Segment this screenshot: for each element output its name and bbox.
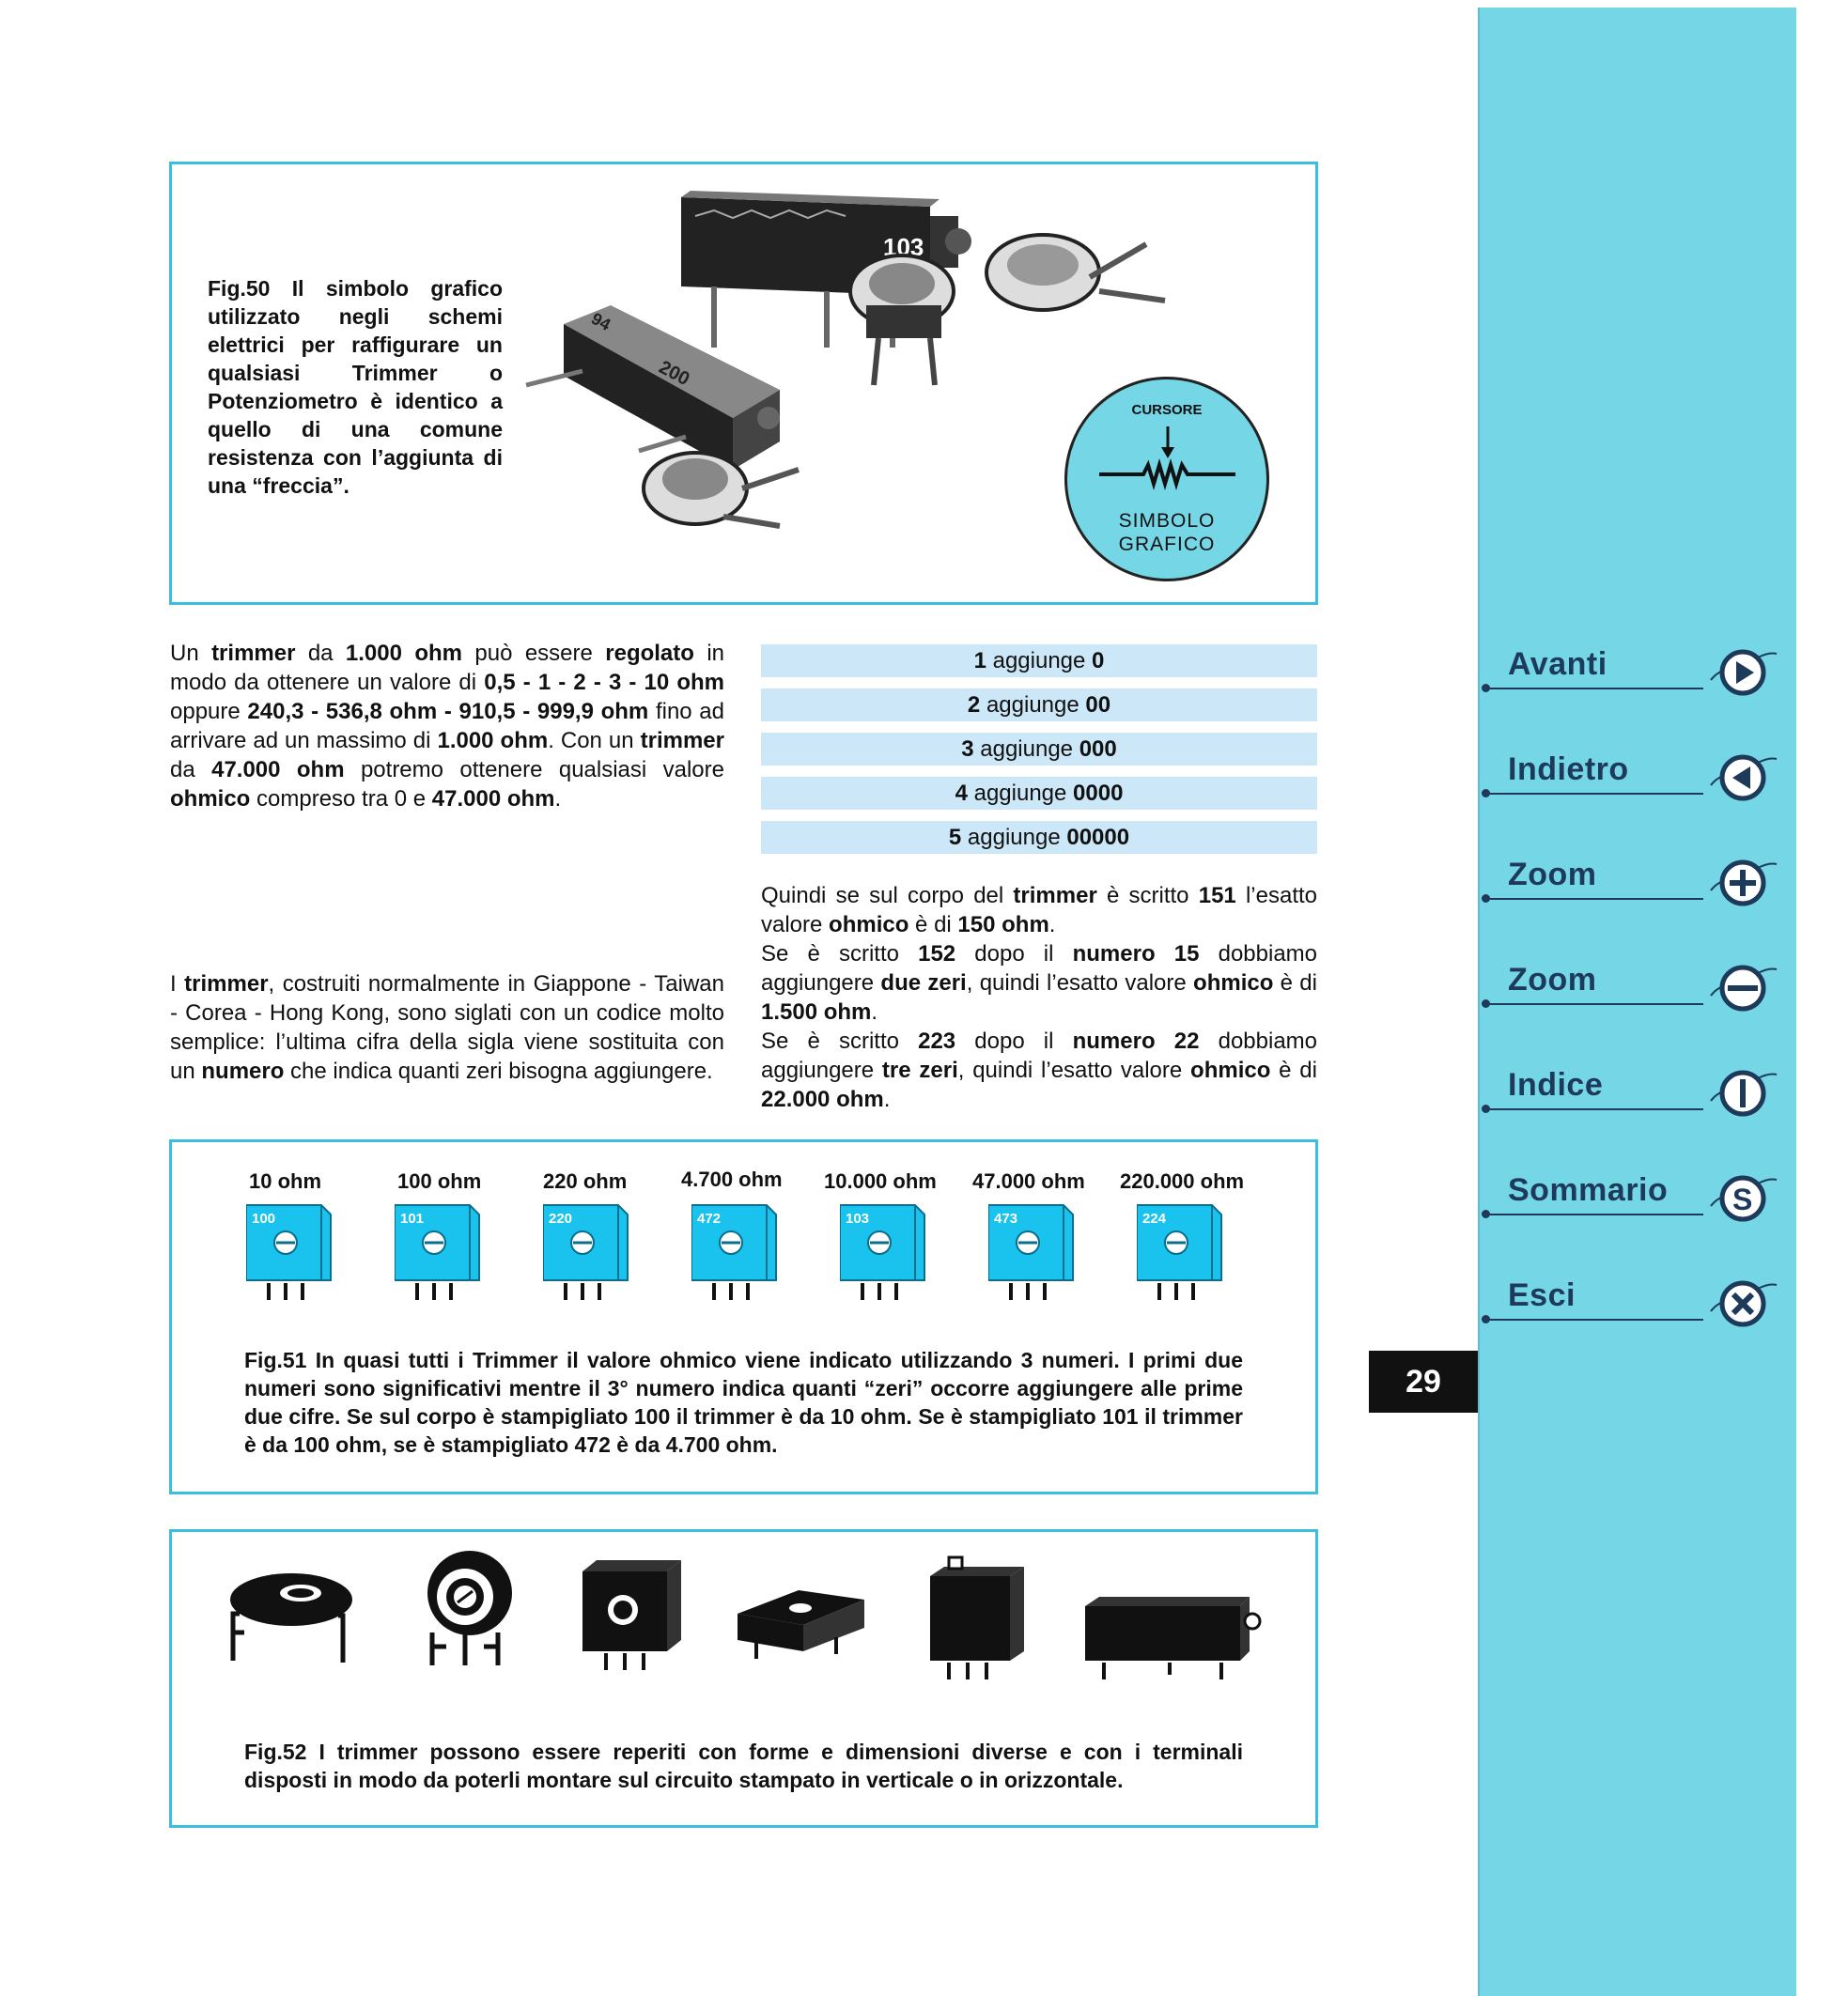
zeros-row-5: 5 aggiunge 00000 bbox=[761, 821, 1317, 854]
svg-text:S: S bbox=[1732, 1183, 1752, 1216]
s-letter-icon[interactable]: S bbox=[1703, 1170, 1778, 1225]
page-number: 29 bbox=[1369, 1351, 1478, 1413]
nav-dot bbox=[1482, 789, 1490, 797]
trimmer-component: 224 bbox=[1136, 1200, 1226, 1304]
symbol-label-2: GRAFICO bbox=[1118, 534, 1216, 555]
nav-esci-label: Esci bbox=[1508, 1277, 1576, 1313]
nav-dot bbox=[1482, 1315, 1490, 1323]
symbol-label-1: SIMBOLO bbox=[1118, 510, 1216, 532]
nav-underline bbox=[1485, 688, 1703, 689]
nav-avanti-label: Avanti bbox=[1508, 646, 1607, 682]
fig50-caption: Fig.50 Il simbolo grafico utilizzato neg… bbox=[208, 276, 503, 498]
nav-indietro-label: Indietro bbox=[1508, 751, 1629, 787]
potentiometer-symbol-icon bbox=[1099, 426, 1235, 490]
trimmer-component: 103 bbox=[839, 1200, 929, 1304]
nav-underline bbox=[1485, 793, 1703, 795]
nav-dot bbox=[1482, 1105, 1490, 1113]
nav-dot bbox=[1482, 894, 1490, 903]
close-x-icon[interactable] bbox=[1703, 1276, 1778, 1330]
left-p2-text: I trimmer, costruiti normalmente in Giap… bbox=[170, 971, 724, 1084]
play-right-icon[interactable] bbox=[1703, 644, 1778, 699]
trimmer-value-label: 220.000 ohm bbox=[1120, 1169, 1245, 1193]
play-left-icon[interactable] bbox=[1703, 750, 1778, 804]
trimmer-value-label: 4.700 ohm bbox=[681, 1168, 783, 1191]
nav-sommario[interactable]: Sommario S bbox=[1480, 1165, 1790, 1230]
nav-indice[interactable]: Indice bbox=[1480, 1060, 1790, 1125]
minus-icon[interactable] bbox=[1703, 960, 1778, 1014]
nav-avanti[interactable]: Avanti bbox=[1480, 639, 1790, 704]
fig52-caption: Fig.52 I trimmer possono essere reperiti… bbox=[244, 1740, 1243, 1792]
trimmer-component: 472 bbox=[691, 1200, 781, 1304]
nav-underline bbox=[1485, 1319, 1703, 1321]
left-p1-text: Un trimmer da 1.000 ohm può essere regol… bbox=[170, 641, 725, 812]
nav-zoom-in[interactable]: Zoom bbox=[1480, 849, 1790, 915]
trimmer-component: 220 bbox=[542, 1200, 632, 1304]
right-p1-text: Quindi se sul corpo del trimmer è scritt… bbox=[761, 883, 1317, 937]
nav-zoom-out-label: Zoom bbox=[1508, 962, 1597, 998]
cursor-label: CURSORE bbox=[1131, 402, 1203, 418]
trimmer-code: 473 bbox=[994, 1211, 1017, 1227]
trimmer-component: 100 bbox=[245, 1200, 335, 1304]
right-p3-text: Se è scritto 223 dopo il numero 22 dobbi… bbox=[761, 1029, 1318, 1112]
nav-dot bbox=[1482, 1210, 1490, 1218]
trimmer-value-label: 220 ohm bbox=[543, 1169, 628, 1193]
trimmer-value-label: 10.000 ohm bbox=[824, 1169, 937, 1193]
nav-underline bbox=[1485, 1108, 1703, 1110]
nav-indietro[interactable]: Indietro bbox=[1480, 744, 1790, 810]
zeros-row-3: 3 aggiunge 000 bbox=[761, 733, 1317, 766]
trimmer-component: 101 bbox=[394, 1200, 484, 1304]
nav-indice-label: Indice bbox=[1508, 1067, 1604, 1103]
zeros-row-4: 4 aggiunge 0000 bbox=[761, 777, 1317, 810]
nav-zoom-in-label: Zoom bbox=[1508, 857, 1597, 892]
nav-zoom-out[interactable]: Zoom bbox=[1480, 954, 1790, 1020]
trimmer-code: 103 bbox=[846, 1211, 869, 1227]
trimmer-component: 473 bbox=[987, 1200, 1078, 1304]
trimmer-code: 224 bbox=[1142, 1211, 1167, 1227]
fig51-caption: Fig.51 In quasi tutti i Trimmer il valor… bbox=[244, 1348, 1243, 1457]
zeros-row-2: 2 aggiunge 00 bbox=[761, 689, 1317, 721]
left-paragraph-2: I trimmer, costruiti normalmente in Giap… bbox=[170, 969, 724, 1086]
plus-icon[interactable] bbox=[1703, 855, 1778, 909]
info-i-icon[interactable] bbox=[1703, 1065, 1778, 1120]
nav-sommario-label: Sommario bbox=[1508, 1172, 1669, 1208]
zeros-row-1: 1 aggiunge 0 bbox=[761, 644, 1317, 677]
right-paragraphs: Quindi se sul corpo del trimmer è scritt… bbox=[761, 881, 1317, 1114]
trimmer-shapes-illustration bbox=[230, 1551, 1262, 1679]
nav-dot bbox=[1482, 684, 1490, 692]
trimmer-code: 100 bbox=[252, 1211, 275, 1227]
nav-esci[interactable]: Esci bbox=[1480, 1270, 1790, 1336]
trimmer-code: 101 bbox=[400, 1211, 424, 1227]
trimmer-code: 220 bbox=[549, 1211, 572, 1227]
trimmer-code: 472 bbox=[697, 1211, 721, 1227]
nav-underline bbox=[1485, 1214, 1703, 1215]
nav-dot bbox=[1482, 999, 1490, 1008]
nav-underline bbox=[1485, 898, 1703, 900]
left-paragraph-1: Un trimmer da 1.000 ohm può essere regol… bbox=[170, 639, 724, 813]
right-p2-text: Se è scritto 152 dopo il numero 15 dobbi… bbox=[761, 941, 1318, 1025]
trimmer-value-label: 100 ohm bbox=[397, 1169, 482, 1193]
trimmer-value-label: 10 ohm bbox=[249, 1169, 322, 1193]
trimmer-value-label: 47.000 ohm bbox=[972, 1169, 1085, 1193]
nav-underline bbox=[1485, 1003, 1703, 1005]
